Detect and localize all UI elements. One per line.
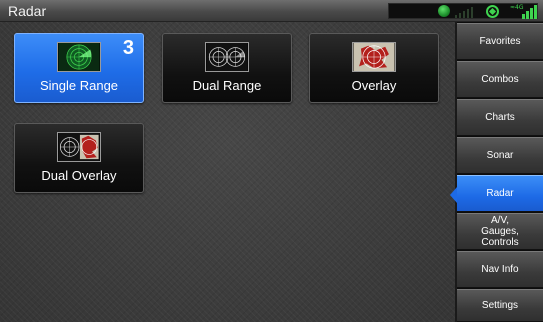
sidebar-item-label: Favorites bbox=[479, 36, 521, 47]
tile-label: Single Range bbox=[39, 78, 119, 93]
sidebar-item-label: Radar bbox=[486, 188, 514, 199]
tile-dual-range[interactable]: Dual Range bbox=[162, 33, 292, 103]
tile-label: Dual Range bbox=[192, 78, 262, 93]
sidebar: Favorites Combos Charts Sonar Radar A/V,… bbox=[450, 22, 543, 322]
sidebar-item-label-line: A/V, bbox=[491, 215, 509, 226]
sidebar-item-label-line: Controls bbox=[481, 237, 519, 248]
tile-label: Dual Overlay bbox=[41, 168, 117, 183]
sidebar-item-favorites[interactable]: Favorites bbox=[457, 23, 543, 60]
sidebar-item-label: A/V, Gauges, Controls bbox=[481, 215, 519, 248]
active-indicator bbox=[450, 187, 457, 203]
tile-badge: 3 bbox=[122, 37, 134, 59]
sidebar-item-combos[interactable]: Combos bbox=[457, 61, 543, 98]
radar-dual-overlay-icon bbox=[57, 132, 101, 162]
title-bar: Radar ≈4G bbox=[0, 0, 543, 22]
sidebar-item-label: Charts bbox=[485, 112, 515, 123]
window-title: Radar bbox=[8, 3, 47, 19]
status-bar: ≈4G bbox=[388, 3, 538, 19]
radar-single-range-icon bbox=[57, 42, 101, 72]
tile-overlay[interactable]: Overlay bbox=[309, 33, 439, 103]
radar-dual-range-icon bbox=[205, 42, 249, 72]
radar-overlay-icon bbox=[352, 42, 396, 72]
sidebar-item-label: Settings bbox=[481, 300, 519, 311]
cellular-signal-label: ≈4G bbox=[510, 4, 524, 11]
sidebar-item-radar[interactable]: Radar bbox=[450, 175, 543, 212]
tile-dual-overlay[interactable]: Dual Overlay bbox=[14, 123, 144, 193]
sidebar-item-label: Sonar bbox=[486, 150, 514, 161]
tile-label: Overlay bbox=[351, 78, 397, 93]
sidebar-item-nav-info[interactable]: Nav Info bbox=[457, 251, 543, 288]
sidebar-item-charts[interactable]: Charts bbox=[457, 99, 543, 136]
cellular-signal-icon: ≈4G bbox=[510, 4, 537, 19]
sidebar-item-label-line: Gauges, bbox=[481, 226, 519, 237]
sidebar-item-av-gauges-controls[interactable]: A/V, Gauges, Controls bbox=[457, 213, 543, 250]
sidebar-item-settings[interactable]: Settings bbox=[457, 289, 543, 322]
tile-single-range[interactable]: 3 Single Range bbox=[14, 33, 144, 103]
gps-status-icon bbox=[438, 5, 450, 17]
sidebar-item-sonar[interactable]: Sonar bbox=[457, 137, 543, 174]
sidebar-item-label: Nav Info bbox=[481, 264, 519, 275]
signal-strength-dim-icon bbox=[455, 6, 479, 18]
heading-sensor-icon bbox=[486, 5, 499, 18]
app-window: Radar ≈4G 3 Single Range Dual Range Over… bbox=[0, 0, 543, 322]
page-grid: 3 Single Range Dual Range Overlay Dual O… bbox=[0, 22, 455, 322]
sidebar-item-label: Combos bbox=[481, 74, 519, 85]
